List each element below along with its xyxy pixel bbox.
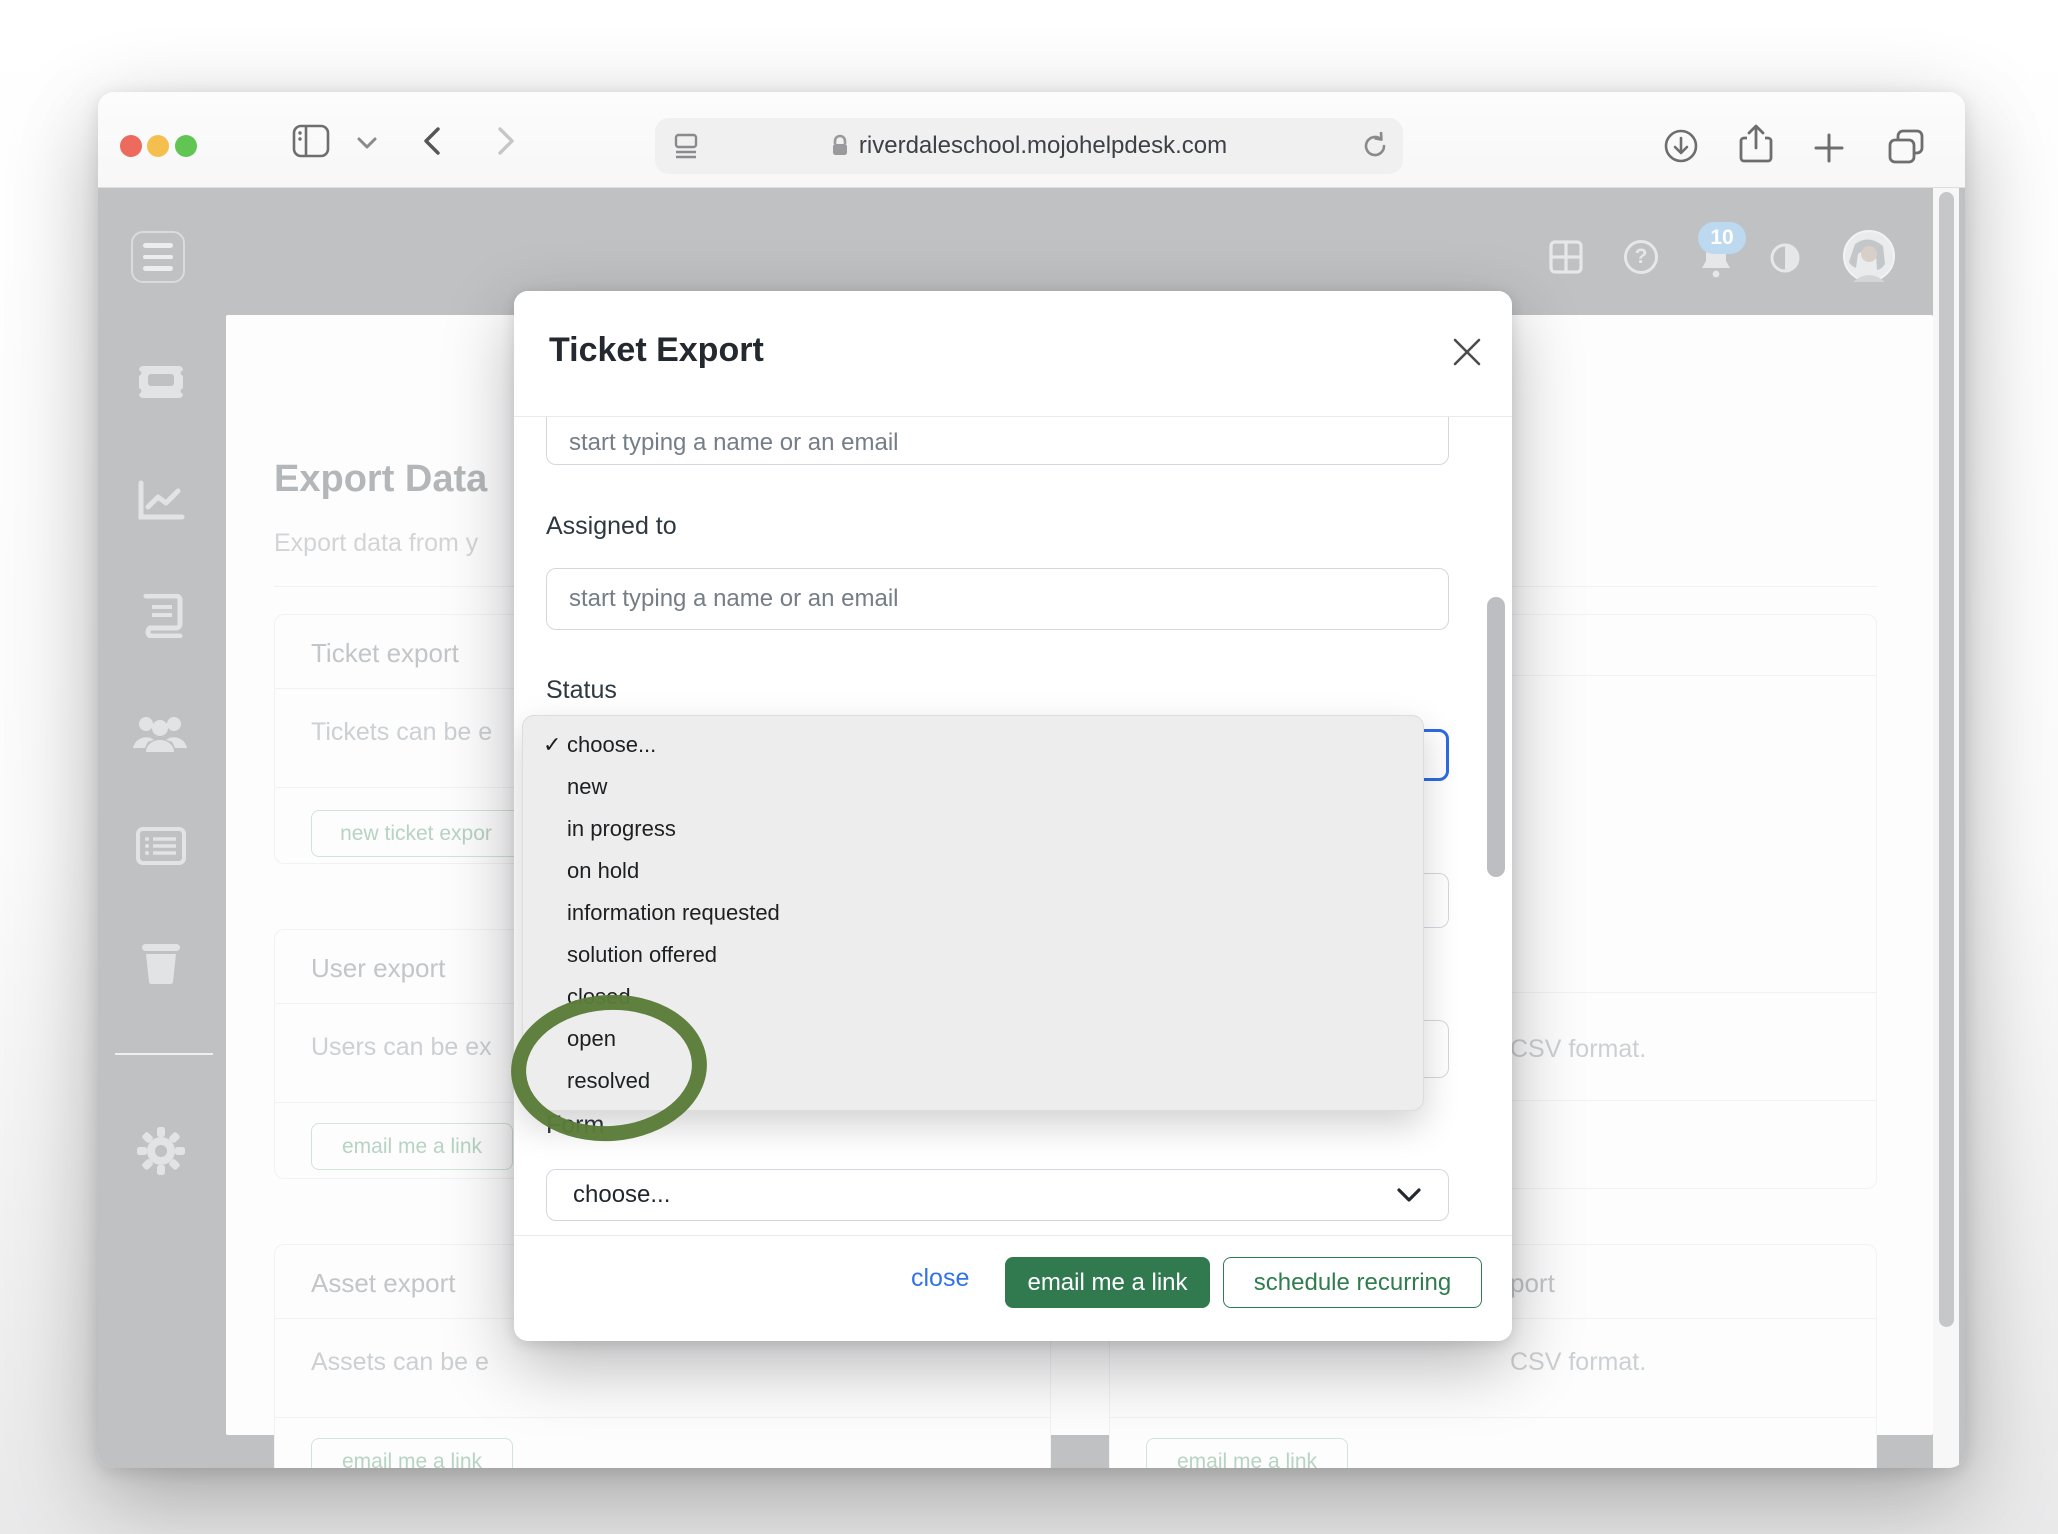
url-text: riverdaleschool.mojohelpdesk.com bbox=[859, 132, 1227, 160]
email-me-a-link-button[interactable]: email me a link bbox=[1005, 1257, 1210, 1308]
checkmark-icon: ✓ bbox=[543, 724, 561, 766]
form-select[interactable]: choose... bbox=[546, 1169, 1449, 1221]
ticket-export-modal: Ticket Export Assigned to Status ✓ choos… bbox=[514, 291, 1512, 1341]
page-scrollbar-thumb[interactable] bbox=[1939, 192, 1954, 1327]
card-title: Asset export bbox=[311, 1268, 456, 1299]
sidebar-item-tickets[interactable] bbox=[136, 364, 186, 400]
assigned-to-input[interactable] bbox=[546, 568, 1449, 630]
schedule-recurring-button[interactable]: schedule recurring bbox=[1223, 1257, 1482, 1308]
help-icon[interactable]: ? bbox=[1624, 240, 1658, 274]
sidebar-item-lists[interactable] bbox=[136, 826, 186, 866]
status-option[interactable]: in progress bbox=[523, 808, 1423, 850]
new-ticket-export-button[interactable]: new ticket expor bbox=[311, 810, 521, 857]
page-title: Export Data bbox=[274, 458, 487, 501]
reload-icon[interactable] bbox=[1361, 118, 1389, 174]
sidebar-item-settings[interactable] bbox=[136, 1126, 186, 1176]
modal-scrollbar-thumb[interactable] bbox=[1487, 597, 1505, 877]
close-window-button[interactable] bbox=[120, 135, 142, 157]
card-title: User export bbox=[311, 953, 445, 984]
modal-close-link[interactable]: close bbox=[911, 1264, 969, 1293]
address-bar[interactable]: riverdaleschool.mojohelpdesk.com bbox=[655, 118, 1403, 174]
tab-overview-icon[interactable] bbox=[1886, 128, 1926, 166]
page-settings-icon[interactable] bbox=[671, 118, 701, 174]
maximize-window-button[interactable] bbox=[175, 135, 197, 157]
modal-footer: close email me a link schedule recurring bbox=[514, 1235, 1512, 1341]
sidebar-item-users[interactable] bbox=[132, 712, 188, 754]
card-body: CSV format. bbox=[1510, 1348, 1646, 1377]
apps-grid-icon[interactable] bbox=[1549, 240, 1583, 274]
sidebar-item-reports[interactable] bbox=[136, 479, 186, 523]
lock-icon bbox=[831, 134, 849, 158]
page-subtitle: Export data from y bbox=[274, 529, 478, 558]
asset-export-email-link-button[interactable]: email me a link bbox=[311, 1438, 513, 1468]
status-option[interactable]: solution offered bbox=[523, 934, 1423, 976]
notification-count-badge: 10 bbox=[1698, 222, 1746, 254]
close-icon[interactable] bbox=[1450, 335, 1484, 369]
chevron-down-icon bbox=[1396, 1187, 1422, 1203]
card-body: CSV format. bbox=[1510, 1035, 1646, 1064]
card-body: Users can be ex bbox=[311, 1033, 492, 1062]
chevron-down-icon[interactable] bbox=[356, 136, 378, 150]
right-export-email-link-button[interactable]: email me a link bbox=[1146, 1438, 1348, 1468]
avatar[interactable] bbox=[1843, 230, 1895, 282]
card-body: Assets can be e bbox=[311, 1348, 489, 1377]
card-body: Tickets can be e bbox=[311, 718, 492, 747]
status-option[interactable]: new bbox=[523, 766, 1423, 808]
status-label: Status bbox=[546, 676, 617, 705]
modal-header: Ticket Export bbox=[514, 291, 1512, 417]
menu-hamburger-icon[interactable] bbox=[131, 231, 185, 283]
sidebar-item-knowledge-base[interactable] bbox=[138, 594, 184, 638]
status-option[interactable]: ✓ choose... bbox=[523, 724, 1423, 766]
minimize-window-button[interactable] bbox=[147, 135, 169, 157]
form-select-value: choose... bbox=[573, 1181, 670, 1209]
new-tab-icon[interactable] bbox=[1813, 132, 1845, 164]
forward-button-icon[interactable] bbox=[494, 125, 518, 157]
status-option[interactable]: information requested bbox=[523, 892, 1423, 934]
downloads-icon[interactable] bbox=[1663, 128, 1699, 164]
back-button-icon[interactable] bbox=[420, 125, 444, 157]
card-title: Ticket export bbox=[311, 638, 459, 669]
contrast-toggle-icon[interactable] bbox=[1769, 242, 1801, 274]
share-icon[interactable] bbox=[1739, 124, 1773, 164]
browser-titlebar: riverdaleschool.mojohelpdesk.com bbox=[98, 92, 1965, 188]
sidebar-toggle-icon[interactable] bbox=[292, 124, 330, 158]
sidebar-item-trash[interactable] bbox=[140, 940, 182, 984]
user-export-email-link-button[interactable]: email me a link bbox=[311, 1123, 513, 1170]
assigned-to-label: Assigned to bbox=[546, 512, 677, 541]
status-option[interactable]: on hold bbox=[523, 850, 1423, 892]
sidebar-divider bbox=[115, 1053, 213, 1055]
modal-title: Ticket Export bbox=[549, 331, 764, 370]
card-title: port bbox=[1510, 1268, 1555, 1299]
